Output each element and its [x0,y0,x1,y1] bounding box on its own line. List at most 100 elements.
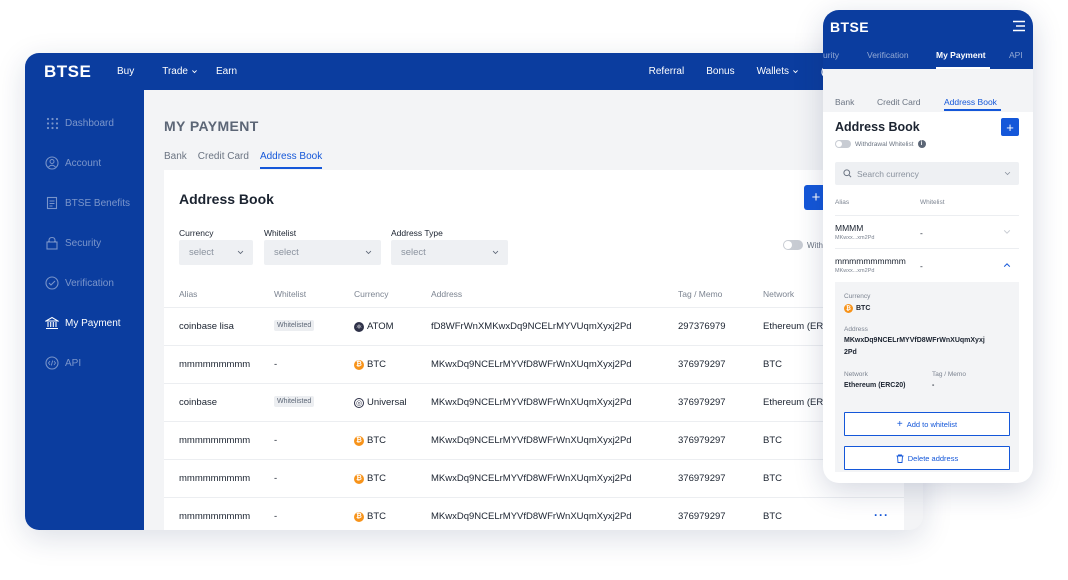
mobile-header: BTSE urity Verification My Payment API [823,10,1033,69]
info-icon[interactable]: i [917,140,926,148]
network-cell: BTC [763,473,782,484]
mobile-add-address-button[interactable]: + [1001,118,1019,136]
mobile-column-whitelist: Whitelist [920,199,945,206]
network-cell: Ethereum (ER [763,397,824,408]
currency-cell: ₿ BTC [354,511,386,522]
nav-earn[interactable]: Earn [216,66,237,77]
mobile-tab-verification[interactable]: Verification [867,50,909,60]
address-type-select[interactable]: select [391,240,508,265]
select-placeholder: select [401,247,426,258]
column-header-tag-memo: Tag / Memo [678,289,723,299]
sidebar-item-account[interactable]: Account [45,156,101,170]
sidebar-item-my-payment[interactable]: My Payment [45,316,121,330]
tab-address-book[interactable]: Address Book [259,151,323,169]
currency-label: BTC [367,473,386,484]
page-title: MY PAYMENT [164,118,259,134]
currency-filter-label: Currency [179,228,214,238]
mobile-tab-my-payment[interactable]: My Payment [936,50,986,60]
btc-icon: ₿ [354,473,364,484]
mobile-whitelist-value: - [920,261,923,271]
toggle-switch[interactable] [835,140,851,148]
tab-credit-card[interactable]: Credit Card [198,151,249,169]
chevron-down-icon[interactable] [1003,228,1011,236]
detail-currency-text: BTC [856,305,871,312]
table-row[interactable]: coinbase Whitelisted ◎ Universal MKwxDq9… [164,383,904,421]
mobile-subtab-bank[interactable]: Bank [835,97,854,107]
currency-select[interactable]: select [179,240,253,265]
list-item[interactable]: MMMM MKwxx...xm2Pd - [835,215,1019,248]
select-placeholder: select [274,247,299,258]
nav-wallets-label: Wallets [756,66,789,77]
btc-icon: ₿ [844,304,853,313]
table-row[interactable]: mmmmmmmmm - ₿ BTC MKwxDq9NCELrMYVfD8WFrW… [164,421,904,459]
mobile-tab-security[interactable]: urity [823,50,839,60]
brand-logo[interactable]: BTSE [44,62,102,82]
nav-buy[interactable]: Buy [117,66,134,77]
mobile-address-short: MKwxx...xm2Pd [835,235,875,241]
sidebar-item-api[interactable]: API [45,356,81,370]
currency-label: ATOM [367,321,394,332]
sidebar-item-verification[interactable]: Verification [45,276,114,290]
detail-address-line2: 2Pd [844,349,857,356]
universal-icon: ◎ [354,397,364,408]
whitelist-toggle[interactable]: With [783,240,823,250]
chevron-up-icon[interactable] [1003,261,1011,269]
mobile-brand-logo[interactable]: BTSE [830,19,869,35]
menu-icon[interactable] [1012,20,1026,32]
alias-cell: mmmmmmmmm [179,473,251,484]
mobile-tab-api[interactable]: API [1009,50,1023,60]
toggle-switch[interactable] [783,240,803,250]
address-type-filter-label: Address Type [391,228,443,238]
table-row[interactable]: coinbase lisa Whitelisted ⚛ ATOM fD8WFrW… [164,307,904,345]
sidebar-item-label: Verification [65,277,114,289]
tab-bank[interactable]: Bank [164,151,187,169]
lock-icon [45,236,59,250]
sidebar-item-label: BTSE Benefits [65,197,131,209]
sidebar-item-security[interactable]: Security [45,236,101,250]
list-item[interactable]: mmmmmmmmmm MKwxx...xm2Pd - [835,248,1019,281]
sidebar-item-label: Security [65,237,102,249]
address-book-card: Address Book + Currency Whitelist Addres… [164,170,904,530]
table-row[interactable]: mmmmmmmmm - ₿ BTC MKwxDq9NCELrMYVfD8WFrW… [164,345,904,383]
nav-trade-label: Trade [162,66,188,77]
sidebar-item-label: Account [65,157,102,169]
mobile-whitelist-value: - [920,228,923,238]
search-icon [843,169,852,178]
nav-buy-label: Buy [117,66,135,77]
table-row[interactable]: mmmmmmmmm - ₿ BTC MKwxDq9NCELrMYVfD8WFrW… [164,497,904,530]
mobile-alias: mmmmmmmmmm [835,256,906,266]
currency-cell: ⚛ ATOM [354,321,394,332]
bank-icon [45,316,59,330]
mobile-search-currency[interactable]: Search currency [835,162,1019,185]
network-cell: BTC [763,359,782,370]
sidebar-item-btse-benefits[interactable]: BTSE Benefits [45,196,130,210]
whitelist-select[interactable]: select [264,240,381,265]
detail-tag-label: Tag / Memo [932,371,966,378]
nav-trade[interactable]: Trade [162,66,198,77]
button-label: Delete address [907,453,959,463]
button-label: Add to whitelist [906,419,958,429]
tag-cell: 376979297 [678,359,726,370]
detail-currency-value: ₿ BTC [844,304,870,313]
table-row[interactable]: mmmmmmmmm - ₿ BTC MKwxDq9NCELrMYVfD8WFrW… [164,459,904,497]
nav-bonus[interactable]: Bonus [706,66,734,77]
chevron-down-icon [1004,171,1011,176]
mobile-subtab-credit-card[interactable]: Credit Card [877,97,920,107]
trash-icon [896,454,904,463]
benefits-icon [45,196,59,210]
more-options-button[interactable]: ··· [874,508,889,522]
nav-referral[interactable]: Referral [649,66,685,77]
sidebar-item-label: Dashboard [65,117,114,129]
mobile-subtab-address-book[interactable]: Address Book [944,97,997,107]
tag-cell: 297376979 [678,321,726,332]
add-to-whitelist-button[interactable]: + Add to whitelist [844,412,1010,436]
nav-wallets[interactable]: Wallets [757,66,799,77]
detail-address-label: Address [844,326,868,333]
mobile-whitelist-toggle[interactable]: Withdrawal Whitelist i [835,140,926,148]
detail-address-line1: MKwxDq9NCELrMYVfD8WFrWnXUqmXyxj [844,337,985,344]
detail-network-value: Ethereum (ERC20) [844,382,906,389]
btc-icon: ₿ [354,511,364,522]
delete-address-button[interactable]: Delete address [844,446,1010,470]
sidebar-item-dashboard[interactable]: Dashboard [45,116,114,130]
alias-cell: mmmmmmmmm [179,359,251,370]
